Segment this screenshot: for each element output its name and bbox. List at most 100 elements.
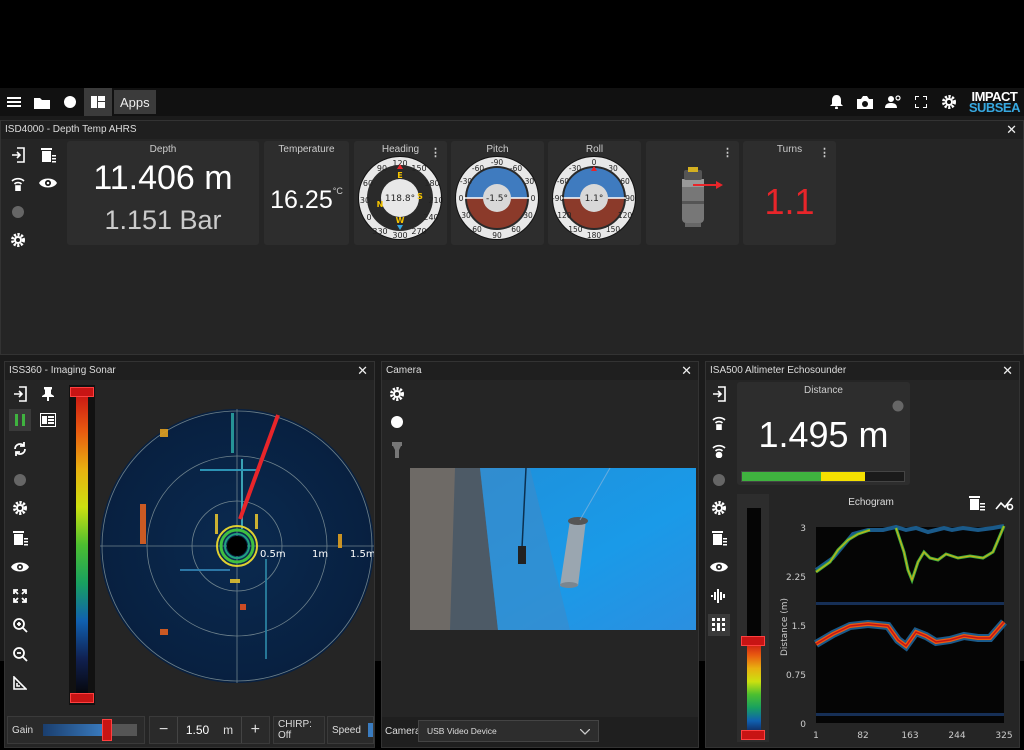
audio-waveform-icon[interactable] xyxy=(708,585,730,607)
eye-icon[interactable] xyxy=(9,556,31,578)
pitch-gauge: -90-60-300 30609060 300-30-60 -1.5° xyxy=(455,156,539,240)
pin-icon[interactable] xyxy=(37,383,59,405)
more-icon[interactable]: ⋮ xyxy=(722,146,733,159)
svg-text:-150: -150 xyxy=(565,225,582,234)
svg-text:0: 0 xyxy=(592,158,597,167)
svg-text:30: 30 xyxy=(608,164,618,173)
device-settings-icon[interactable] xyxy=(7,229,29,251)
range-increase-button[interactable]: + xyxy=(246,721,265,739)
display-settings-icon[interactable] xyxy=(37,409,59,431)
apps-tab[interactable]: Apps xyxy=(114,90,156,114)
y-tick-label: 0 xyxy=(800,720,806,730)
app-window: Apps IMPACT SUBSEA ISD4000 - Depth Temp … xyxy=(0,88,1024,748)
close-icon[interactable]: ✕ xyxy=(681,363,692,379)
close-icon[interactable]: ✕ xyxy=(1002,363,1013,379)
menu-icon[interactable] xyxy=(0,88,28,116)
clear-data-icon[interactable] xyxy=(708,527,730,549)
range-decrease-button[interactable]: − xyxy=(154,721,173,739)
import-icon[interactable] xyxy=(9,383,31,405)
device-settings-icon[interactable] xyxy=(708,497,730,519)
gain-control: Gain xyxy=(7,716,145,744)
device-settings-icon[interactable] xyxy=(9,497,31,519)
sonar-color-scale[interactable] xyxy=(69,385,95,705)
svg-text:W: W xyxy=(396,216,405,225)
svg-text:30: 30 xyxy=(360,196,370,205)
zoom-in-icon[interactable] xyxy=(9,614,31,636)
chirp-toggle[interactable]: CHIRP: Off xyxy=(273,716,325,744)
gear-icon[interactable] xyxy=(935,88,963,116)
clear-data-icon[interactable] xyxy=(968,495,986,511)
svg-text:0: 0 xyxy=(459,194,464,203)
range-unit: m xyxy=(223,723,234,737)
svg-text:30: 30 xyxy=(461,211,471,220)
chart-settings-icon[interactable] xyxy=(995,495,1015,511)
eye-icon[interactable] xyxy=(37,172,59,194)
turns-card: Turns ⋮ 1.1 xyxy=(743,141,836,245)
clear-data-icon[interactable] xyxy=(37,144,59,166)
range-value[interactable]: 1.50 xyxy=(186,723,209,737)
svg-text:0: 0 xyxy=(366,213,371,222)
import-icon[interactable] xyxy=(7,144,29,166)
gain-slider[interactable] xyxy=(43,719,138,741)
range-ring-label: 1.5m xyxy=(350,549,374,560)
more-icon[interactable]: ⋮ xyxy=(819,146,830,159)
svg-text:60: 60 xyxy=(511,225,521,234)
user-settings-icon[interactable] xyxy=(879,88,907,116)
wireless-settings-icon[interactable] xyxy=(708,439,730,461)
svg-text:270: 270 xyxy=(411,227,426,236)
wireless-settings-icon[interactable] xyxy=(7,172,29,194)
svg-text:-60: -60 xyxy=(557,177,569,186)
eye-icon[interactable] xyxy=(708,556,730,578)
record-icon[interactable] xyxy=(386,411,408,433)
svg-text:210: 210 xyxy=(428,196,443,205)
pause-icon[interactable] xyxy=(9,409,31,431)
svg-text:-60: -60 xyxy=(472,164,484,173)
echogram-chart: 3 2.25 1.5 0.75 0 1 82 163 244 325 Dista… xyxy=(780,524,1013,741)
flashlight-icon[interactable] xyxy=(386,439,408,461)
speed-slider[interactable] xyxy=(368,723,373,737)
speed-label: Speed xyxy=(332,724,361,736)
camera-device-select[interactable]: USB Video Device xyxy=(418,720,599,742)
echogram-color-scale[interactable] xyxy=(737,494,769,742)
echogram-view-icon[interactable] xyxy=(708,614,730,636)
measure-icon[interactable] xyxy=(9,672,31,694)
x-tick-label: 163 xyxy=(901,731,918,741)
camera-device-label: Camera xyxy=(385,726,421,737)
roll-label: Roll xyxy=(585,144,604,155)
gain-label: Gain xyxy=(12,724,34,736)
depth-value: 11.406 m xyxy=(93,159,233,197)
status-indicator-icon xyxy=(9,469,31,491)
svg-text:180: 180 xyxy=(424,179,439,188)
scale-min-handle[interactable] xyxy=(741,730,765,740)
ping-icon[interactable] xyxy=(708,411,730,433)
gear-icon[interactable] xyxy=(386,383,408,405)
pitch-label: Pitch xyxy=(486,144,509,155)
scale-max-handle[interactable] xyxy=(741,636,765,646)
bell-icon[interactable] xyxy=(823,88,851,116)
fullscreen-icon[interactable] xyxy=(907,88,935,116)
zoom-out-icon[interactable] xyxy=(9,643,31,665)
close-icon[interactable]: ✕ xyxy=(357,363,368,379)
close-icon[interactable]: ✕ xyxy=(1006,122,1017,138)
depth-label: Depth xyxy=(149,144,177,155)
dashboard-icon[interactable] xyxy=(84,88,112,116)
heading-compass: 120150180210 240270300330 0306090 ES WN … xyxy=(358,156,443,240)
gain-slider-handle[interactable] xyxy=(102,719,113,741)
scale-min-handle[interactable] xyxy=(70,693,94,703)
sync-icon[interactable] xyxy=(9,438,31,460)
svg-text:330: 330 xyxy=(372,227,387,236)
clear-data-icon[interactable] xyxy=(9,527,31,549)
import-icon[interactable] xyxy=(708,383,730,405)
svg-text:120: 120 xyxy=(618,211,633,220)
camera-icon[interactable] xyxy=(851,88,879,116)
fit-to-screen-icon[interactable] xyxy=(9,585,31,607)
svg-text:S: S xyxy=(417,192,423,201)
y-tick-label: 3 xyxy=(800,524,806,534)
record-icon[interactable] xyxy=(56,88,84,116)
scale-max-handle[interactable] xyxy=(70,387,94,397)
folder-icon[interactable] xyxy=(28,88,56,116)
roll-card: Roll 0 30 60 90 120 150 180 -150 -120 -90 -60 -30… xyxy=(548,141,641,245)
svg-text:60: 60 xyxy=(620,177,630,186)
altimeter-echosounder-panel: ISA500 Altimeter Echosounder ✕ Distance … xyxy=(705,361,1020,748)
svg-text:-30: -30 xyxy=(569,164,581,173)
